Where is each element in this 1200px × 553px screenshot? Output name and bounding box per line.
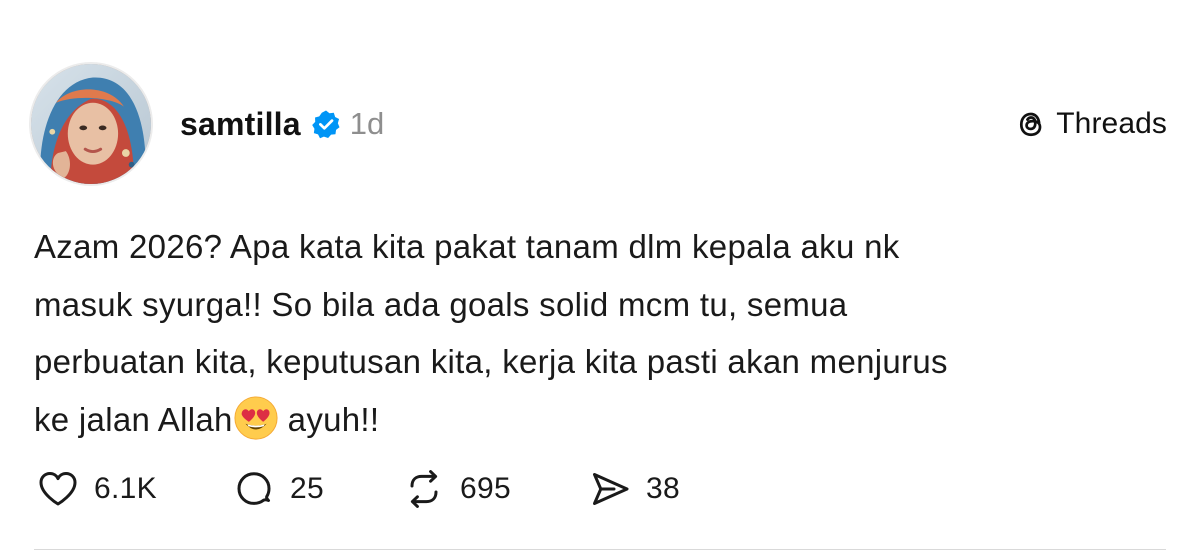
post-actions: 6.1K 25 695 38	[36, 466, 718, 512]
repost-button[interactable]: 695	[402, 467, 588, 511]
username[interactable]: samtilla	[180, 106, 301, 143]
share-count: 38	[646, 472, 680, 505]
heart-eyes-emoji-icon	[233, 395, 279, 441]
like-button[interactable]: 6.1K	[36, 467, 232, 511]
send-icon	[588, 467, 632, 511]
post-text-segment: ayuh!!	[287, 400, 380, 438]
post-text-line-last: ke jalan Allah ayuh!!	[34, 391, 1164, 449]
bottom-divider	[34, 549, 1166, 550]
threads-logo-icon	[1014, 107, 1048, 141]
avatar-image	[31, 64, 151, 184]
comment-bubble-icon	[232, 467, 276, 511]
verified-badge-icon	[311, 109, 341, 139]
threads-brand: Threads	[1014, 104, 1167, 144]
post-text-line: Azam 2026? Apa kata kita pakat tanam dlm…	[34, 228, 900, 265]
heart-icon	[36, 467, 80, 511]
post-text-line: masuk syurga!! So bila ada goals solid m…	[34, 285, 848, 323]
reply-button[interactable]: 25	[232, 467, 402, 511]
repost-count: 695	[460, 472, 511, 505]
like-count: 6.1K	[94, 472, 157, 505]
repost-icon	[402, 467, 446, 511]
post-text: Azam 2026? Apa kata kita pakat tanam dlm…	[34, 218, 1164, 448]
post-text-line: perbuatan kita, keputusan kita, kerja ki…	[34, 343, 948, 380]
avatar[interactable]	[29, 62, 153, 186]
post-timestamp[interactable]: 1d	[350, 106, 384, 142]
reply-count: 25	[290, 472, 324, 505]
share-button[interactable]: 38	[588, 467, 718, 511]
post-header: samtilla 1d	[180, 102, 384, 146]
threads-brand-label: Threads	[1056, 107, 1167, 140]
post-text-segment: ke jalan Allah	[34, 400, 233, 438]
